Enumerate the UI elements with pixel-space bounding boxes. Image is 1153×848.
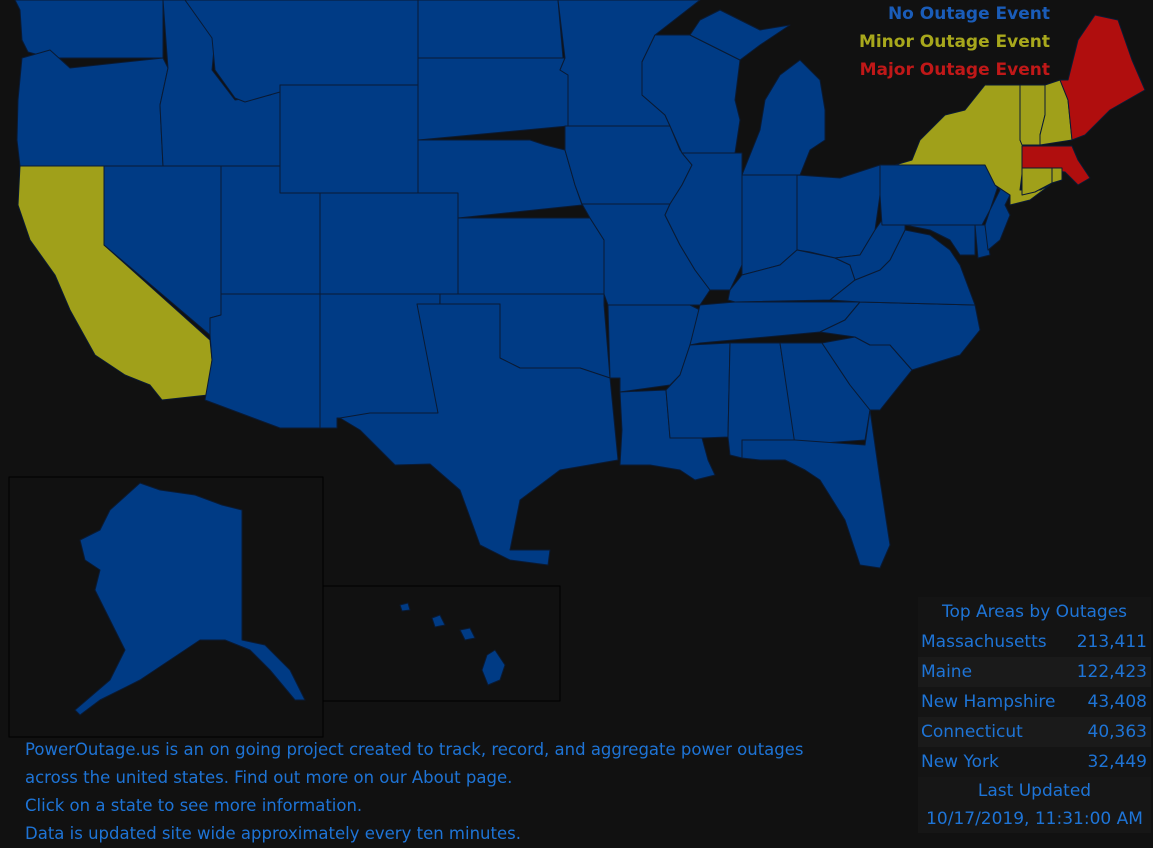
top-areas-title: Top Areas by Outages bbox=[918, 597, 1151, 627]
state-iowa[interactable] bbox=[564, 125, 693, 205]
state-maine[interactable] bbox=[1059, 14, 1146, 141]
info-line-3: Click on a state to see more information… bbox=[25, 796, 363, 815]
top-area-count: 40,363 bbox=[1087, 722, 1147, 742]
top-area-count: 43,408 bbox=[1087, 692, 1147, 712]
top-area-count: 32,449 bbox=[1087, 752, 1147, 772]
legend-no-outage: No Outage Event bbox=[887, 4, 1050, 24]
state-washington[interactable] bbox=[14, 0, 164, 59]
state-connecticut[interactable] bbox=[1021, 167, 1053, 196]
top-area-row[interactable]: New York 32,449 bbox=[918, 747, 1151, 777]
state-tennessee[interactable] bbox=[689, 301, 861, 346]
top-area-name: Connecticut bbox=[921, 722, 1023, 742]
top-area-name: Maine bbox=[921, 662, 973, 682]
state-oregon[interactable] bbox=[16, 49, 169, 167]
legend: No Outage Event Minor Outage Event Major… bbox=[859, 0, 1050, 84]
top-area-row[interactable]: Maine 122,423 bbox=[918, 657, 1151, 687]
state-colorado[interactable] bbox=[319, 192, 459, 295]
state-hawaii-oahu[interactable] bbox=[431, 614, 446, 628]
top-areas-panel: Top Areas by Outages Massachusetts 213,41… bbox=[918, 597, 1151, 833]
state-pennsylvania[interactable] bbox=[879, 164, 1001, 226]
state-south-dakota[interactable] bbox=[417, 57, 569, 141]
legend-major-outage: Major Outage Event bbox=[859, 60, 1050, 80]
state-north-dakota[interactable] bbox=[417, 0, 564, 59]
info-line-2: across the united states. Find out more … bbox=[25, 768, 513, 787]
info-line-1: PowerOutage.us is an on going project cr… bbox=[25, 740, 804, 759]
state-rhode-island[interactable] bbox=[1051, 167, 1063, 184]
state-arizona[interactable] bbox=[204, 293, 321, 429]
hawaii-inset-frame bbox=[322, 585, 561, 702]
top-area-name: New Hampshire bbox=[921, 692, 1056, 712]
state-kansas[interactable] bbox=[457, 217, 605, 295]
state-alaska[interactable] bbox=[74, 482, 306, 716]
info-line-4: Data is updated site wide approximately … bbox=[25, 824, 521, 843]
state-wyoming[interactable] bbox=[279, 84, 419, 194]
state-hawaii-maui[interactable] bbox=[459, 627, 476, 641]
top-area-row[interactable]: Connecticut 40,363 bbox=[918, 717, 1151, 747]
state-hawaii[interactable] bbox=[481, 649, 506, 686]
top-area-row[interactable]: New Hampshire 43,408 bbox=[918, 687, 1151, 717]
state-michigan[interactable] bbox=[741, 59, 826, 176]
info-text: PowerOutage.us is an on going project cr… bbox=[25, 736, 804, 848]
legend-minor-outage: Minor Outage Event bbox=[858, 32, 1050, 52]
top-area-count: 122,423 bbox=[1076, 662, 1147, 682]
top-area-name: New York bbox=[921, 752, 999, 772]
state-hawaii-kauai[interactable] bbox=[399, 602, 411, 612]
last-updated-label: Last Updated bbox=[977, 781, 1092, 801]
last-updated-value: 10/17/2019, 11:31:00 AM bbox=[926, 809, 1143, 829]
top-area-name: Massachusetts bbox=[921, 632, 1047, 652]
top-area-row[interactable]: Massachusetts 213,411 bbox=[918, 627, 1151, 657]
top-area-count: 213,411 bbox=[1076, 632, 1147, 652]
last-updated: Last Updated 10/17/2019, 11:31:00 AM bbox=[918, 777, 1151, 833]
